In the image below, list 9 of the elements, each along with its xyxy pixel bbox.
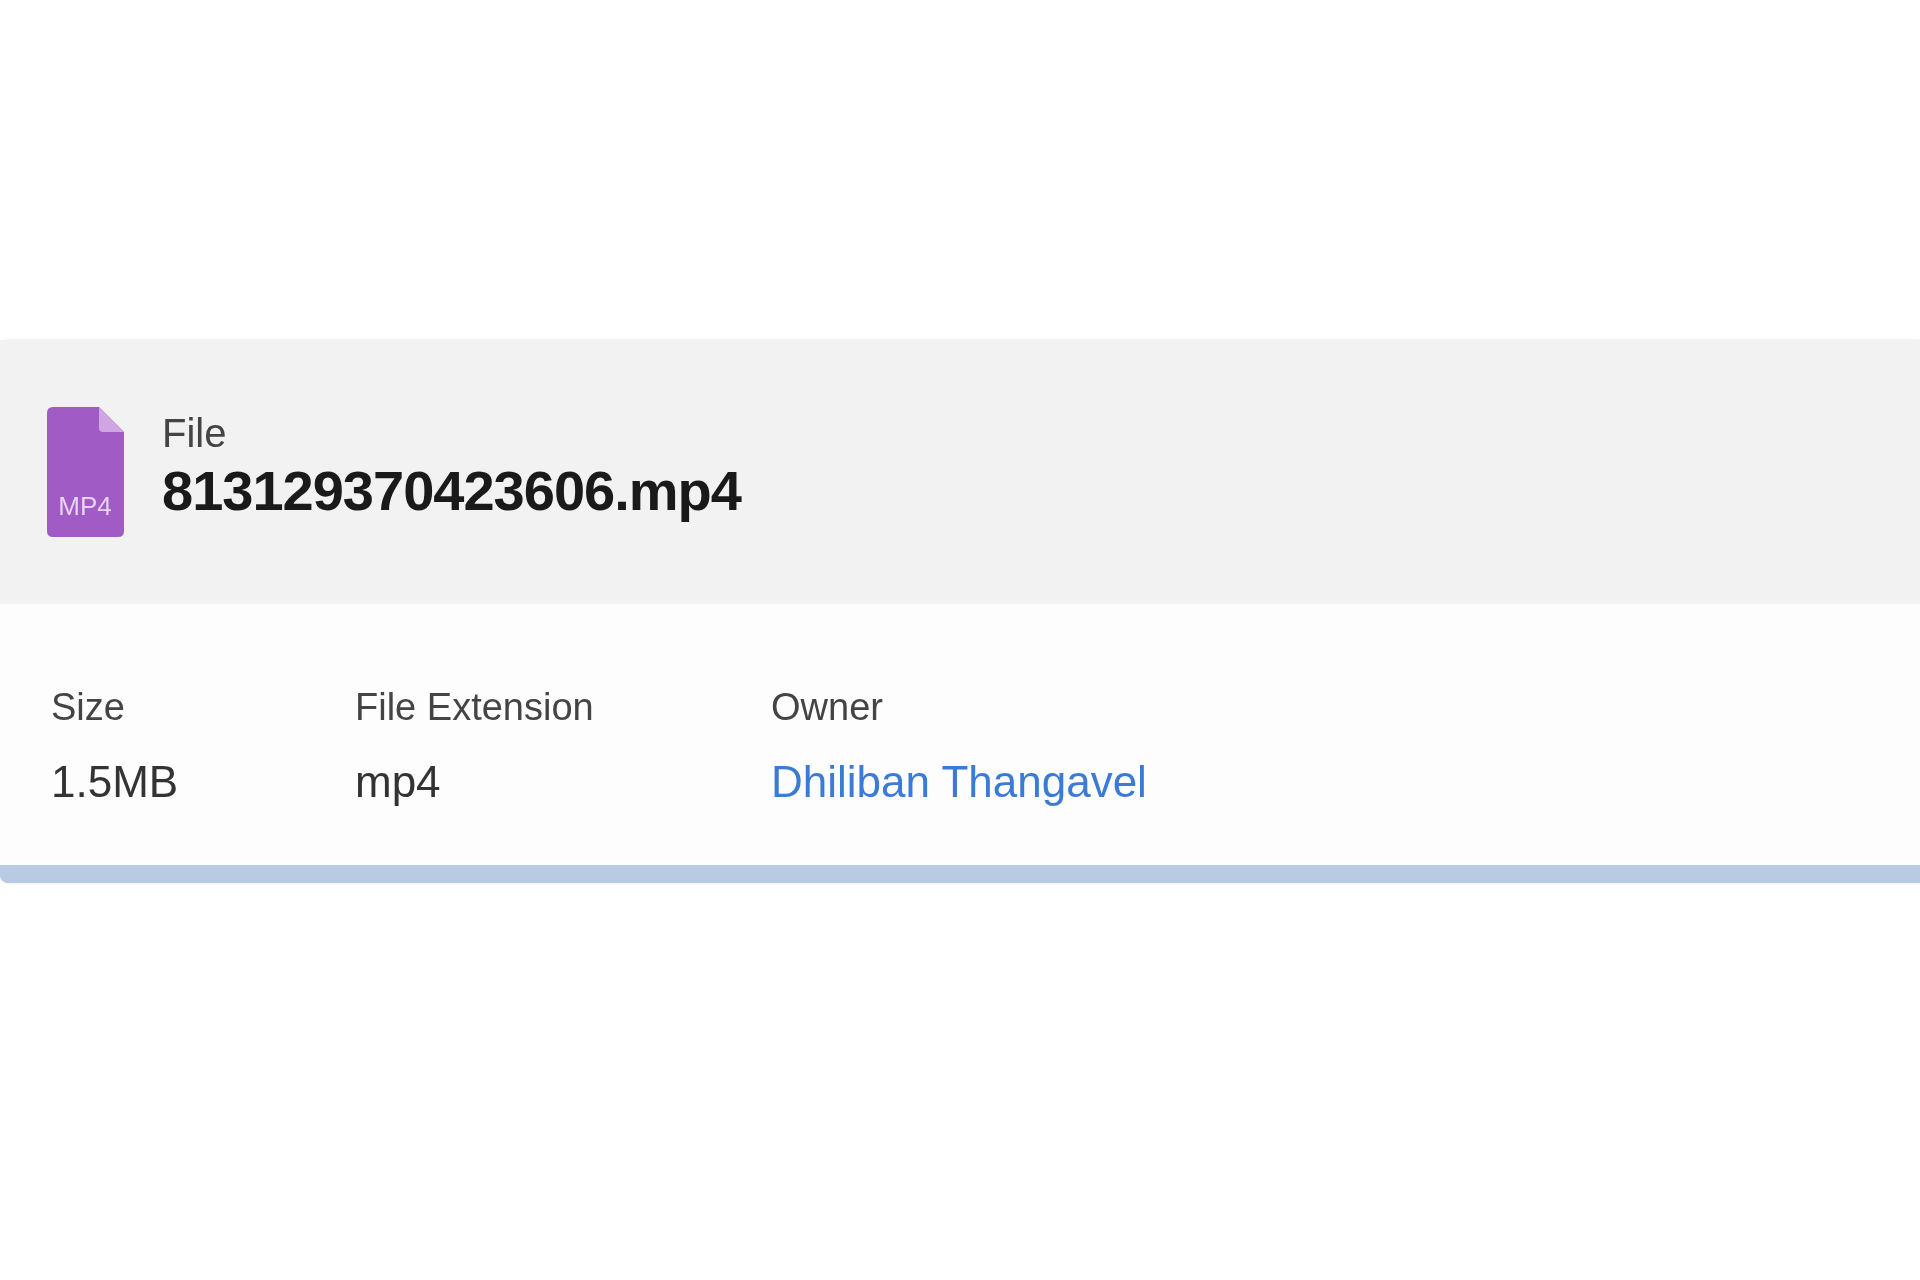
file-type-label: File xyxy=(162,411,228,456)
detail-value: 1.5MB xyxy=(51,757,180,807)
detail-label: Size xyxy=(51,686,126,729)
file-name: 813129370423606.mp4 xyxy=(162,458,741,523)
detail-label: File Extension xyxy=(355,686,595,729)
owner-link[interactable]: Dhiliban Thangavel xyxy=(771,757,1371,807)
mp4-file-icon: MP4 xyxy=(47,407,124,537)
detail-label: Owner xyxy=(771,686,884,729)
detail-value: mp4 xyxy=(355,757,442,807)
